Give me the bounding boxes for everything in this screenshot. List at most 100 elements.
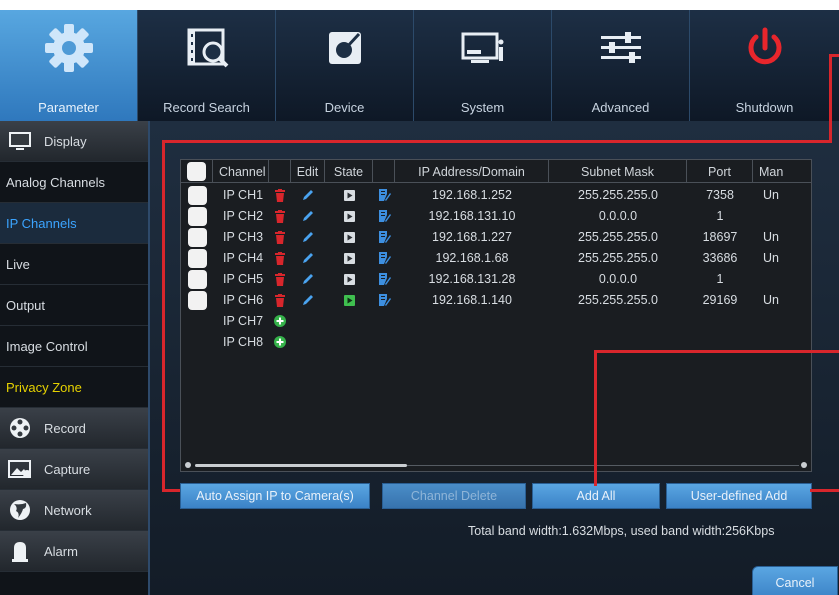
add-circle-icon[interactable] xyxy=(274,315,286,327)
sidebar-item-record[interactable]: Record xyxy=(0,408,148,449)
row-checkbox[interactable] xyxy=(187,185,207,205)
ip-address: 192.168.131.28 xyxy=(428,272,516,286)
sidebar-item-alarm[interactable]: Alarm xyxy=(0,531,148,572)
header-state[interactable]: State xyxy=(325,160,373,183)
edit-cell xyxy=(291,310,325,332)
top-toolbar: Parameter Record Search Device System Ad… xyxy=(0,10,839,121)
ip-address xyxy=(395,310,549,332)
ip-address: 192.168.131.10 xyxy=(428,209,516,223)
detail-cell xyxy=(373,310,395,332)
table-row[interactable]: IP CH1 192.168.1.252 255.255.255.0 7358 Un xyxy=(181,184,811,206)
state-cell xyxy=(325,184,373,206)
manufacturer: Un xyxy=(763,188,779,202)
header-select-cell xyxy=(181,160,213,183)
tool-label: Shutdown xyxy=(735,100,794,115)
tool-shutdown[interactable]: Shutdown xyxy=(690,10,839,121)
alarm-icon xyxy=(8,541,32,562)
row-checkbox[interactable] xyxy=(187,206,207,226)
row-action-cell xyxy=(269,247,291,269)
ip-channel-table: Channel Edit State IP Address/Domain Sub… xyxy=(180,159,812,472)
channel-delete-button[interactable]: Channel Delete xyxy=(382,483,526,509)
pencil-icon[interactable] xyxy=(302,231,314,243)
sidebar-item-privacy-zone[interactable]: Privacy Zone xyxy=(0,367,148,408)
pencil-icon[interactable] xyxy=(302,273,314,285)
tool-record-search[interactable]: Record Search xyxy=(138,10,276,121)
play-icon xyxy=(343,189,355,201)
table-row[interactable]: IP CH4 192.168.1.68 255.255.255.0 33686 Un xyxy=(181,247,811,269)
select-all-checkbox[interactable] xyxy=(187,162,206,181)
tool-parameter[interactable]: Parameter xyxy=(0,10,138,121)
header-channel[interactable]: Channel xyxy=(213,160,269,183)
pencil-icon[interactable] xyxy=(302,294,314,306)
trash-icon[interactable] xyxy=(274,272,286,286)
pencil-icon[interactable] xyxy=(302,189,314,201)
sidebar-item-label: IP Channels xyxy=(6,215,77,231)
table-row[interactable]: IP CH5 192.168.131.28 0.0.0.0 1 xyxy=(181,268,811,290)
ip-address xyxy=(395,331,549,353)
manufacturer: Un xyxy=(763,251,779,265)
header-manufacturer[interactable]: Man xyxy=(753,160,811,183)
pencil-icon[interactable] xyxy=(302,252,314,264)
table-row[interactable]: IP CH3 192.168.1.227 255.255.255.0 18697 Un xyxy=(181,226,811,248)
tool-advanced[interactable]: Advanced xyxy=(552,10,690,121)
trash-icon[interactable] xyxy=(274,251,286,265)
sidebar-item-capture[interactable]: Capture xyxy=(0,449,148,490)
header-subnet-mask[interactable]: Subnet Mask xyxy=(549,160,687,183)
header-edit[interactable]: Edit xyxy=(291,160,325,183)
horizontal-scrollbar[interactable] xyxy=(181,458,811,471)
row-checkbox[interactable] xyxy=(187,269,207,289)
header-port[interactable]: Port xyxy=(687,160,753,183)
sidebar-item-live[interactable]: Live xyxy=(0,244,148,285)
trash-icon[interactable] xyxy=(274,293,286,307)
channel-name: IP CH8 xyxy=(223,335,264,349)
scrollbar-thumb[interactable] xyxy=(195,464,407,467)
table-row[interactable]: IP CH2 192.168.131.10 0.0.0.0 1 xyxy=(181,205,811,227)
trash-icon[interactable] xyxy=(274,188,286,202)
state-cell xyxy=(325,289,373,311)
note-edit-icon[interactable] xyxy=(378,272,391,286)
sidebar-item-network[interactable]: Network xyxy=(0,490,148,531)
sidebar-item-analog-channels[interactable]: Analog Channels xyxy=(0,162,148,203)
sidebar-item-output[interactable]: Output xyxy=(0,285,148,326)
add-circle-icon[interactable] xyxy=(274,336,286,348)
sidebar-item-ip-channels[interactable]: IP Channels xyxy=(0,203,148,244)
header-ip-address[interactable]: IP Address/Domain xyxy=(395,160,549,183)
trash-icon[interactable] xyxy=(274,209,286,223)
film-reel-icon xyxy=(8,418,32,438)
user-defined-add-button[interactable]: User-defined Add xyxy=(666,483,812,509)
scroll-left-cap[interactable] xyxy=(185,462,191,468)
table-row[interactable]: IP CH6 192.168.1.140 255.255.255.0 29169 Un xyxy=(181,289,811,311)
scroll-right-cap[interactable] xyxy=(801,462,807,468)
main-panel: Channel Edit State IP Address/Domain Sub… xyxy=(148,121,839,595)
port: 1 xyxy=(716,272,724,286)
note-edit-icon[interactable] xyxy=(378,230,391,244)
row-checkbox[interactable] xyxy=(187,227,207,247)
add-all-button[interactable]: Add All xyxy=(532,483,660,509)
detail-cell xyxy=(373,226,395,248)
sidebar-item-label: Record xyxy=(44,420,86,436)
cancel-button[interactable]: Cancel xyxy=(752,566,838,595)
detail-cell xyxy=(373,205,395,227)
dvr-window: Parameter Record Search Device System Ad… xyxy=(0,10,839,595)
note-edit-icon[interactable] xyxy=(378,251,391,265)
sidebar-item-display[interactable]: Display xyxy=(0,121,148,162)
auto-assign-ip-button[interactable]: Auto Assign IP to Camera(s) xyxy=(180,483,370,509)
annotation-line xyxy=(594,350,597,486)
note-edit-icon[interactable] xyxy=(378,188,391,202)
channel-name: IP CH5 xyxy=(223,272,264,286)
sidebar-item-image-control[interactable]: Image Control xyxy=(0,326,148,367)
system-icon xyxy=(461,32,503,63)
header-blank xyxy=(269,160,291,183)
table-row[interactable]: IP CH7 xyxy=(181,310,811,332)
row-checkbox[interactable] xyxy=(187,290,207,310)
tool-device[interactable]: Device xyxy=(276,10,414,121)
state-cell xyxy=(325,310,373,332)
note-edit-icon[interactable] xyxy=(378,293,391,307)
row-checkbox[interactable] xyxy=(187,248,207,268)
note-edit-icon[interactable] xyxy=(378,209,391,223)
row-select-cell xyxy=(181,247,213,269)
detail-cell xyxy=(373,331,395,353)
tool-system[interactable]: System xyxy=(414,10,552,121)
trash-icon[interactable] xyxy=(274,230,286,244)
pencil-icon[interactable] xyxy=(302,210,314,222)
